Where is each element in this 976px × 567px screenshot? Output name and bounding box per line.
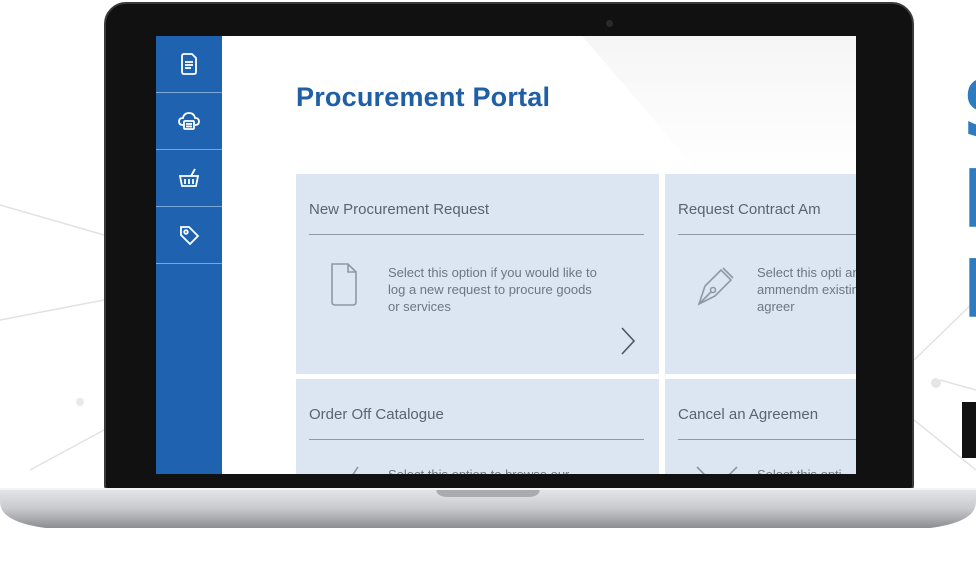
main-content: Procurement Portal New Procurement Reque… xyxy=(222,36,856,474)
side-headline: S F F xyxy=(962,70,976,458)
sidebar-item-catalogue[interactable] xyxy=(156,150,222,207)
camera-dot xyxy=(606,20,613,27)
tile-divider xyxy=(678,234,856,235)
tile-description: Select this option to browse our catalog… xyxy=(388,466,588,474)
headline-line-2: F xyxy=(962,160,976,240)
tile-divider xyxy=(678,439,856,440)
sidebar-item-cloud-print[interactable] xyxy=(156,93,222,150)
headline-line-3: F xyxy=(962,250,976,330)
tile-description: Select this option if you would like to … xyxy=(388,265,597,314)
pen-nib-icon xyxy=(697,267,734,306)
chevron-right-icon[interactable] xyxy=(620,326,636,356)
tile-description: Select this opti would like to re xyxy=(757,466,856,474)
page-title: Procurement Portal xyxy=(296,82,551,112)
cross-icon xyxy=(696,466,738,474)
tile-title: New Procurement Request xyxy=(309,201,490,218)
tile-title: Cancel an Agreemen xyxy=(678,406,819,423)
laptop-screen: Procurement Portal New Procurement Reque… xyxy=(156,36,856,474)
sidebar xyxy=(156,36,222,474)
document-outline-icon xyxy=(331,263,357,306)
tag-icon xyxy=(180,226,200,246)
document-icon xyxy=(181,53,197,75)
sidebar-item-documents[interactable] xyxy=(156,36,222,93)
tile-new-procurement-request[interactable]: New Procurement Request Select this opti… xyxy=(296,174,659,374)
laptop-base xyxy=(0,488,976,528)
tile-description: Select this opti and ammendm existing ag… xyxy=(757,265,856,314)
cloud-printer-icon xyxy=(178,112,200,130)
basket-outline-icon xyxy=(352,466,359,474)
tile-request-contract-amendment[interactable]: Request Contract Am Select this opti and… xyxy=(665,174,856,374)
headline-block xyxy=(962,402,976,458)
screen-glare xyxy=(582,36,856,176)
tile-title: Order Off Catalogue xyxy=(309,406,444,423)
tile-cancel-an-agreement[interactable]: Cancel an Agreemen Select this opti woul… xyxy=(665,379,856,474)
basket-icon xyxy=(178,168,200,187)
tile-order-off-catalogue[interactable]: Order Off Catalogue Select this option t… xyxy=(296,379,659,474)
tile-title: Request Contract Am xyxy=(678,201,821,218)
tile-divider xyxy=(309,234,644,235)
sidebar-item-tags[interactable] xyxy=(156,207,222,264)
tile-divider xyxy=(309,439,644,440)
headline-line-1: S xyxy=(962,70,976,150)
